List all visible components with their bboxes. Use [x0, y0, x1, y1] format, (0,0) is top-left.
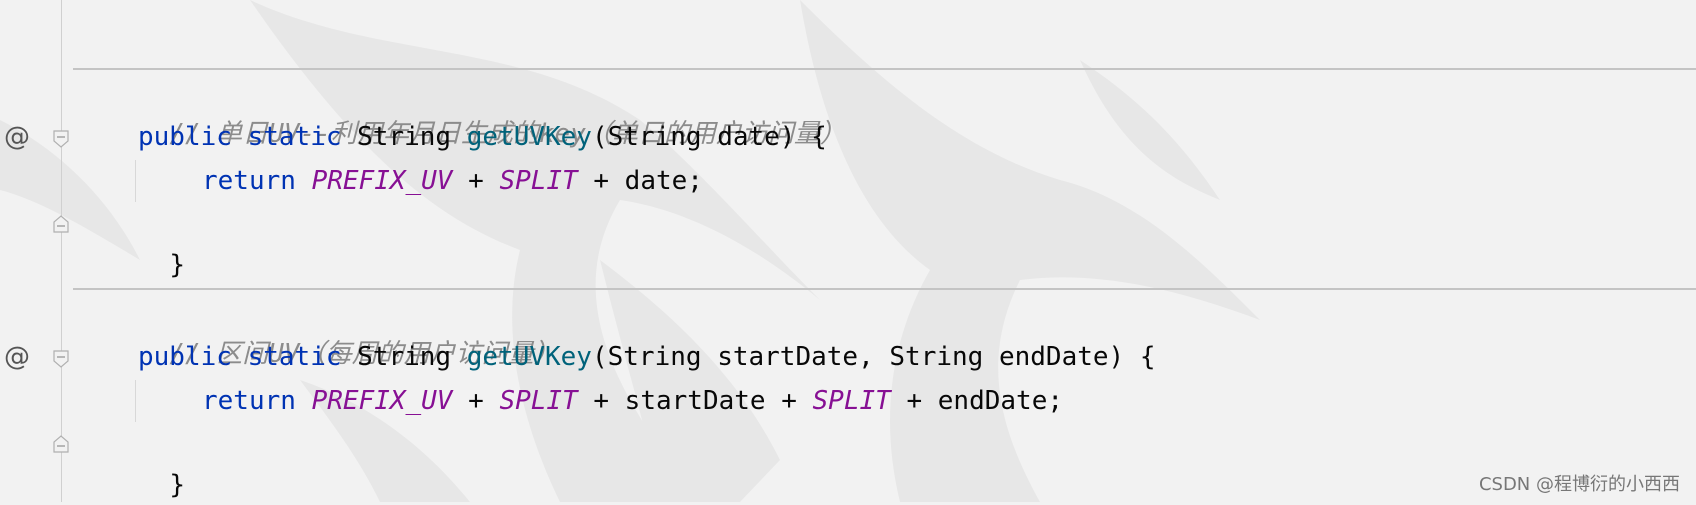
- constant-split: SPLIT: [499, 166, 578, 196]
- keyword-public: public: [138, 122, 232, 152]
- fold-end-icon[interactable]: [53, 215, 69, 233]
- method-declaration-line[interactable]: public static String getUVKey(String sta…: [138, 337, 1156, 377]
- expression-middle: + startDate +: [577, 386, 813, 416]
- operator: +: [452, 386, 500, 416]
- comment-line: // 区间UV（每周的用户访问量）: [138, 294, 559, 369]
- expression-rest: + endDate;: [890, 386, 1063, 416]
- gutter-border: [61, 0, 62, 502]
- annotation-gutter-icon[interactable]: @: [4, 117, 30, 157]
- method-separator: [73, 288, 1696, 290]
- keyword-static: static: [247, 122, 342, 152]
- method-separator: [73, 68, 1696, 70]
- keyword-return: return: [202, 386, 296, 416]
- method-name: getUVKey: [466, 122, 592, 152]
- operator: +: [452, 166, 500, 196]
- indent-guide: [135, 380, 136, 422]
- fold-end-icon[interactable]: [53, 435, 69, 453]
- closing-brace: }: [169, 250, 185, 280]
- comment-line: // 单日UV--利用年月日生成的key（单日的用户访问量）: [138, 74, 846, 149]
- return-statement-line[interactable]: return PREFIX_UV + SPLIT + startDate + S…: [202, 381, 1063, 421]
- constant-split: SPLIT: [499, 386, 578, 416]
- annotation-gutter-icon[interactable]: @: [4, 337, 30, 377]
- expression-rest: + date;: [577, 166, 703, 196]
- method-params: (String date) {: [591, 122, 827, 152]
- closing-brace-line[interactable]: }: [138, 205, 185, 280]
- return-type: String: [357, 342, 452, 372]
- return-statement-line[interactable]: return PREFIX_UV + SPLIT + date;: [202, 161, 703, 201]
- constant-prefix-uv: PREFIX_UV: [311, 166, 453, 196]
- indent-guide: [135, 160, 136, 202]
- fold-collapse-icon[interactable]: [53, 350, 69, 368]
- method-name: getUVKey: [466, 342, 592, 372]
- closing-brace-line[interactable]: }: [138, 425, 185, 500]
- constant-prefix-uv: PREFIX_UV: [311, 386, 453, 416]
- return-type: String: [357, 122, 452, 152]
- fold-collapse-icon[interactable]: [53, 130, 69, 148]
- keyword-return: return: [202, 166, 296, 196]
- credit-watermark: CSDN @程博衍的小西西: [1478, 474, 1680, 495]
- keyword-static: static: [247, 342, 342, 372]
- method-params: (String startDate, String endDate) {: [591, 342, 1156, 372]
- method-declaration-line[interactable]: public static String getUVKey(String dat…: [138, 117, 827, 157]
- constant-split: SPLIT: [812, 386, 891, 416]
- keyword-public: public: [138, 342, 232, 372]
- closing-brace: }: [169, 470, 185, 500]
